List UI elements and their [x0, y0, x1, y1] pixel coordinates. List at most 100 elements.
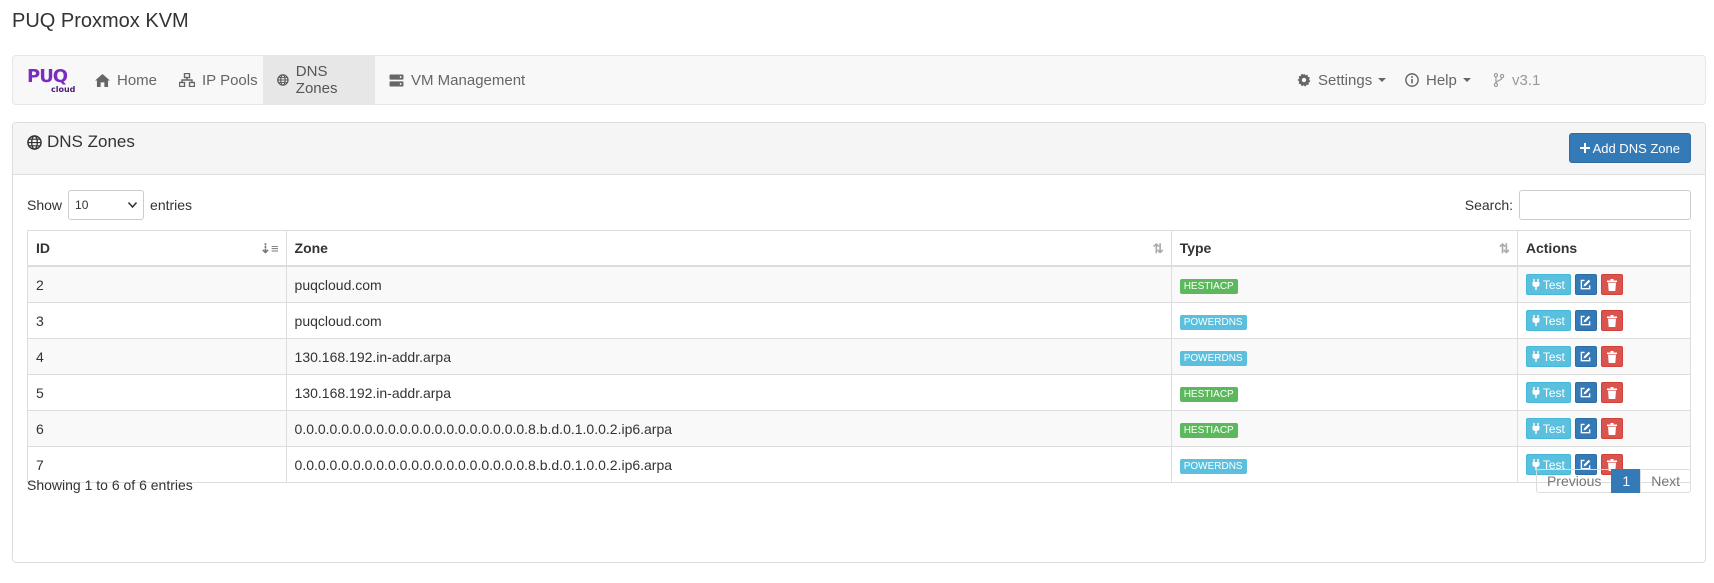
type-badge: POWERDNS: [1179, 458, 1247, 474]
panel-title: DNS Zones: [27, 132, 135, 152]
edit-icon: [1581, 423, 1591, 434]
edit-button[interactable]: [1574, 418, 1597, 439]
chevron-down-icon: [128, 202, 138, 208]
plug-icon: [1532, 315, 1540, 326]
delete-button[interactable]: [1600, 346, 1623, 367]
table-row: 2 puqcloud.com HESTIACP Test: [27, 265, 1692, 303]
test-button[interactable]: Test: [1525, 382, 1571, 403]
pagination: Previous 1 Next: [1535, 469, 1691, 493]
dns-zones-panel: DNS Zones Add DNS Zone Show 10 entries S…: [12, 122, 1706, 563]
test-button-label: Test: [1542, 349, 1565, 364]
type-badge: HESTIACP: [1179, 278, 1238, 294]
info-icon: [1405, 73, 1419, 87]
plug-icon: [1532, 387, 1540, 398]
nav-help-label: Help: [1426, 71, 1457, 89]
trash-icon: [1606, 278, 1617, 291]
cell-id: 2: [27, 265, 287, 303]
entries-length-select[interactable]: 10: [68, 190, 145, 220]
nav-ip-pools-label: IP Pools: [202, 71, 258, 89]
entries-length-value: 10: [75, 198, 89, 212]
cell-zone: puqcloud.com: [285, 302, 1172, 339]
table-header-row: ID ⇣≡ Zone ⇅ Type ⇅ Actions: [27, 230, 1692, 267]
column-header-type-label: Type: [1179, 240, 1212, 256]
cell-id: 5: [27, 374, 287, 411]
cell-type: POWERDNS: [1170, 302, 1518, 339]
edit-button[interactable]: [1574, 274, 1597, 295]
cell-id: 6: [27, 410, 287, 447]
plus-icon: [1579, 143, 1590, 153]
cell-type: POWERDNS: [1170, 446, 1518, 483]
cell-actions: Test: [1516, 302, 1692, 339]
edit-button[interactable]: [1574, 382, 1597, 403]
column-header-zone[interactable]: Zone ⇅: [285, 230, 1172, 267]
plug-icon: [1532, 351, 1540, 362]
panel-heading: DNS Zones Add DNS Zone: [13, 123, 1705, 175]
app-title: PUQ Proxmox KVM: [12, 10, 189, 32]
edit-button[interactable]: [1574, 346, 1597, 367]
sort-icon: ⇅: [1498, 241, 1510, 256]
cell-zone: 0.0.0.0.0.0.0.0.0.0.0.0.0.0.0.0.0.0.0.0.…: [285, 446, 1172, 483]
cell-zone: 130.168.192.in-addr.arpa: [285, 374, 1172, 411]
table-row: 7 0.0.0.0.0.0.0.0.0.0.0.0.0.0.0.0.0.0.0.0…: [27, 446, 1692, 483]
nav-vm-management[interactable]: VM Management: [375, 56, 539, 104]
nav-settings-dropdown[interactable]: Settings: [1283, 56, 1400, 104]
gear-icon: [1297, 73, 1311, 87]
entries-label: entries: [150, 197, 193, 213]
nav-version[interactable]: v3.1: [1479, 56, 1554, 104]
nav-home[interactable]: Home: [81, 56, 171, 104]
edit-icon: [1581, 279, 1591, 290]
type-badge: HESTIACP: [1179, 422, 1238, 438]
delete-button[interactable]: [1600, 382, 1623, 403]
add-dns-zone-label: Add DNS Zone: [1592, 140, 1680, 156]
table-row: 5 130.168.192.in-addr.arpa HESTIACP Test: [27, 374, 1692, 411]
nav-ip-pools[interactable]: IP Pools: [165, 56, 272, 104]
pagination-previous[interactable]: Previous: [1535, 469, 1613, 493]
nav-help-dropdown[interactable]: Help: [1391, 56, 1485, 104]
column-header-id-label: ID: [36, 240, 50, 256]
sitemap-icon: [179, 73, 195, 87]
nav-home-label: Home: [117, 71, 158, 89]
delete-button[interactable]: [1600, 310, 1623, 331]
logo-text: PUQ: [27, 66, 68, 87]
pagination-next[interactable]: Next: [1640, 469, 1691, 493]
column-header-id[interactable]: ID ⇣≡: [27, 230, 287, 267]
home-icon: [95, 73, 110, 87]
caret-down-icon: [1462, 78, 1471, 82]
test-button[interactable]: Test: [1525, 418, 1571, 439]
search-input[interactable]: [1519, 190, 1691, 220]
test-button-label: Test: [1542, 313, 1565, 328]
caret-down-icon: [1378, 78, 1387, 82]
edit-icon: [1581, 351, 1591, 362]
test-button-label: Test: [1542, 385, 1565, 400]
nav-dns-zones-label: DNS Zones: [295, 63, 338, 97]
edit-button[interactable]: [1574, 310, 1597, 331]
test-button[interactable]: Test: [1525, 274, 1571, 295]
sort-icon: ⇅: [1152, 241, 1164, 256]
type-badge: POWERDNS: [1179, 314, 1247, 330]
length-control: Show 10 entries: [27, 190, 192, 220]
table-row: 3 puqcloud.com POWERDNS Test: [27, 302, 1692, 339]
cell-actions: Test: [1516, 338, 1692, 375]
navbar: PUQ cloud Home IP Pools DNS Zones VM Man…: [12, 55, 1706, 105]
test-button[interactable]: Test: [1525, 346, 1571, 367]
delete-button[interactable]: [1600, 418, 1623, 439]
globe-icon: [277, 74, 289, 86]
puq-cloud-logo[interactable]: PUQ cloud: [27, 66, 77, 95]
cell-actions: Test: [1516, 374, 1692, 411]
delete-button[interactable]: [1600, 274, 1623, 295]
column-header-type[interactable]: Type ⇅: [1170, 230, 1518, 267]
test-button[interactable]: Test: [1525, 310, 1571, 331]
cell-actions: Test: [1516, 265, 1692, 303]
cell-id: 4: [27, 338, 287, 375]
search-control: Search:: [1465, 190, 1691, 220]
nav-version-label: v3.1: [1512, 71, 1541, 89]
cell-id: 3: [27, 302, 287, 339]
edit-icon: [1581, 387, 1591, 398]
add-dns-zone-button[interactable]: Add DNS Zone: [1568, 133, 1691, 163]
server-icon: [389, 73, 404, 87]
column-header-zone-label: Zone: [294, 240, 328, 256]
table-row: 6 0.0.0.0.0.0.0.0.0.0.0.0.0.0.0.0.0.0.0.0…: [27, 410, 1692, 447]
pagination-page-1[interactable]: 1: [1611, 469, 1642, 493]
nav-dns-zones[interactable]: DNS Zones: [263, 56, 375, 104]
column-header-actions: Actions: [1516, 230, 1692, 267]
